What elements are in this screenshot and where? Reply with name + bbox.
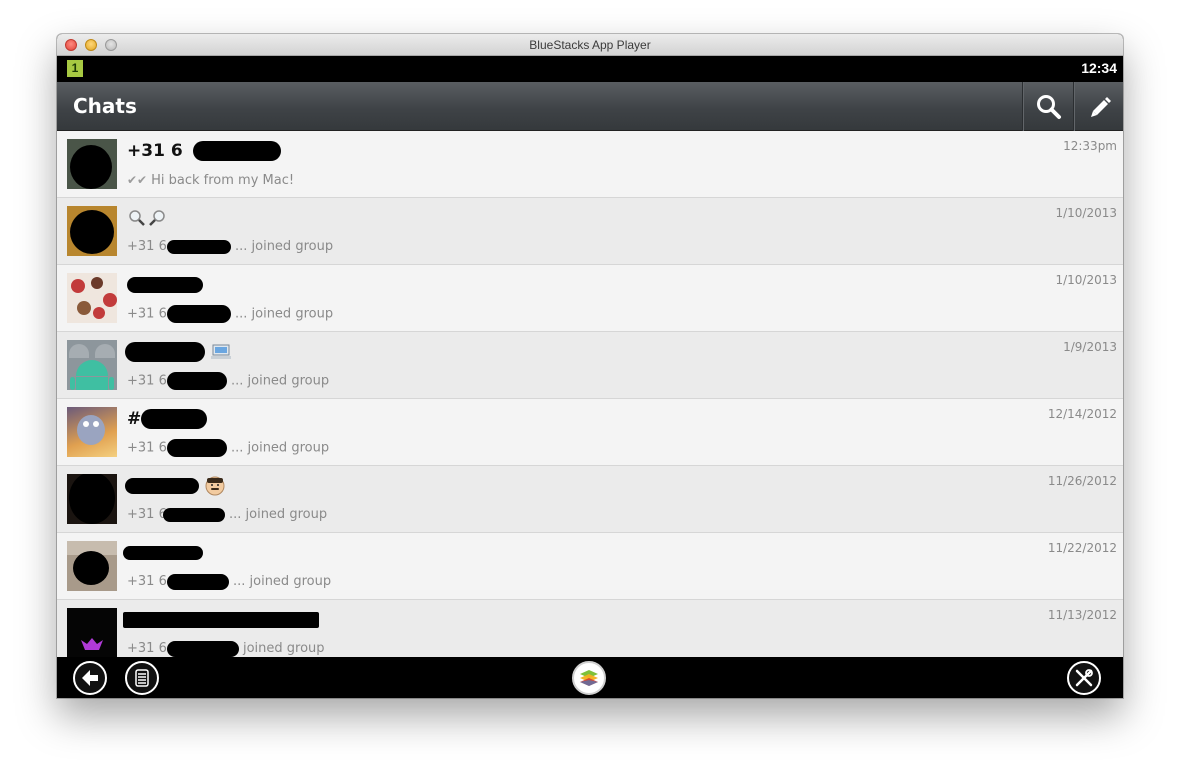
chat-last-message: +31 6 ... joined group — [127, 372, 330, 390]
avatar — [67, 273, 117, 323]
chat-last-message: +31 6 ... joined group — [127, 507, 328, 522]
chat-name — [127, 207, 167, 229]
avatar — [67, 340, 117, 390]
redacted-block — [123, 546, 203, 560]
redacted-block — [166, 305, 231, 323]
settings-button[interactable] — [1067, 661, 1101, 695]
computer-emoji-icon — [210, 344, 231, 359]
home-button[interactable] — [572, 661, 606, 695]
window-title: BlueStacks App Player — [529, 38, 651, 52]
chat-list[interactable]: +31 6 ✔✔ Hi back from my Mac! 12:33pm +3… — [57, 131, 1123, 657]
chat-name — [127, 274, 203, 296]
chat-row[interactable]: +31 6 ... joined group 1/10/2013 — [57, 198, 1123, 265]
back-arrow-icon — [82, 670, 98, 686]
search-button[interactable] — [1022, 82, 1072, 131]
tools-icon — [1075, 669, 1093, 687]
man-face-emoji-icon — [205, 476, 225, 496]
chat-date: 12/14/2012 — [1047, 407, 1117, 421]
chat-name — [123, 542, 203, 564]
chat-date: 1/10/2013 — [1055, 273, 1117, 287]
avatar — [67, 541, 117, 591]
status-clock: 12:34 — [1081, 60, 1117, 76]
chat-last-message: ✔✔ Hi back from my Mac! — [127, 173, 295, 188]
chat-name: # — [127, 408, 208, 430]
chat-date: 1/10/2013 — [1055, 206, 1117, 220]
search-icon — [1037, 95, 1061, 119]
back-button[interactable] — [73, 661, 107, 695]
bluestacks-home-icon — [580, 670, 598, 686]
chat-date: 11/26/2012 — [1047, 474, 1117, 488]
chat-last-message: +31 6 ... joined group — [127, 239, 334, 254]
chat-row[interactable]: +31 6 ... joined group 11/26/2012 — [57, 466, 1123, 533]
chat-name — [123, 609, 319, 631]
chat-last-message: +31 6 ... joined group — [127, 573, 332, 590]
redacted-block — [166, 640, 239, 657]
redacted-block — [166, 239, 231, 254]
chat-row[interactable]: +31 6 ... joined group 1/9/2013 — [57, 332, 1123, 399]
app-window: BlueStacks App Player 1 12:34 Chats +31 … — [57, 34, 1123, 698]
redacted-block — [162, 507, 225, 522]
redacted-block — [127, 277, 203, 293]
avatar — [67, 608, 117, 657]
chat-date: 1/9/2013 — [1063, 340, 1117, 354]
redacted-block — [125, 478, 199, 494]
redacted-block — [166, 372, 227, 390]
chat-row[interactable]: # +31 6 ... joined group 12/14/2012 — [57, 399, 1123, 466]
bluestacks-nav-bar — [57, 657, 1123, 698]
avatar — [67, 407, 117, 457]
chat-name: +31 6 — [127, 140, 281, 162]
avatar — [67, 474, 117, 524]
redacted-block — [141, 409, 208, 429]
chat-date: 11/13/2012 — [1047, 608, 1117, 622]
chat-name — [125, 341, 231, 363]
chat-last-message: +31 6 joined group — [127, 640, 325, 657]
android-status-bar: 1 12:34 — [57, 56, 1123, 81]
page-title: Chats — [73, 94, 137, 118]
notification-icon: 1 — [67, 60, 83, 77]
chat-row[interactable]: +31 6 ... joined group 11/22/2012 — [57, 533, 1123, 600]
chat-date: 12:33pm — [1063, 139, 1117, 153]
redacted-block — [125, 342, 205, 362]
redacted-block — [192, 141, 281, 161]
menu-icon — [135, 669, 149, 687]
avatar — [67, 206, 117, 256]
magnifier-emoji-icon — [129, 210, 165, 226]
compose-button[interactable] — [1073, 82, 1123, 131]
redacted-block — [166, 573, 229, 590]
chat-row[interactable]: +31 6 ✔✔ Hi back from my Mac! 12:33pm — [57, 131, 1123, 198]
window-titlebar: BlueStacks App Player — [57, 34, 1123, 56]
chat-name — [125, 475, 225, 497]
redacted-block — [123, 612, 319, 628]
emblem-icon — [81, 638, 103, 650]
menu-button[interactable] — [125, 661, 159, 695]
double-check-icon: ✔✔ — [127, 173, 148, 187]
action-bar: Chats — [57, 82, 1123, 131]
chat-row[interactable]: +31 6 ... joined group 1/10/2013 — [57, 265, 1123, 332]
chat-last-message: +31 6 ... joined group — [127, 305, 334, 323]
chat-row[interactable]: +31 6 joined group 11/13/2012 — [57, 600, 1123, 657]
chat-last-message: +31 6 ... joined group — [127, 439, 330, 457]
pencil-icon — [1091, 97, 1111, 117]
avatar — [67, 139, 117, 189]
chat-date: 11/22/2012 — [1047, 541, 1117, 555]
redacted-block — [166, 439, 227, 457]
